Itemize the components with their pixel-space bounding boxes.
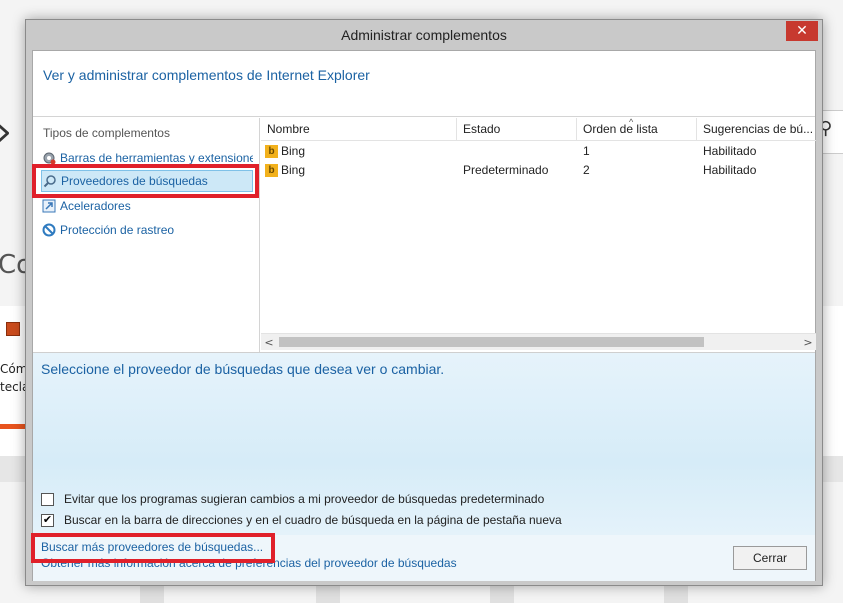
provider-name: Bing	[281, 144, 306, 158]
addon-type-label: Barras de herramientas y extensiones	[60, 151, 253, 165]
table-row[interactable]: b Bing 1 Habilitado	[261, 142, 816, 161]
details-title: Seleccione el proveedor de búsquedas que…	[41, 361, 445, 377]
checkbox-label: Evitar que los programas sugieran cambio…	[64, 492, 545, 506]
addon-type-toolbars-extensions[interactable]: Barras de herramientas y extensiones	[41, 147, 253, 169]
addon-types-label: Tipos de complementos	[43, 126, 170, 140]
dialog-footer: Buscar más proveedores de búsquedas... O…	[33, 535, 815, 581]
addon-type-label: Proveedores de búsquedas	[61, 174, 208, 188]
gear-icon	[41, 151, 56, 166]
cell-name: b Bing	[261, 142, 457, 161]
cell-order: 1	[583, 144, 590, 158]
addon-type-search-providers[interactable]: Proveedores de búsquedas	[41, 170, 253, 192]
checkbox-label: Buscar en la barra de direcciones y en e…	[64, 513, 562, 527]
scrollbar-thumb[interactable]	[279, 337, 704, 347]
column-header-name[interactable]: Nombre	[261, 118, 457, 140]
search-icon	[42, 174, 57, 189]
find-more-providers-link[interactable]: Buscar más proveedores de búsquedas...	[41, 540, 263, 554]
dialog-client-area: Ver y administrar complementos de Intern…	[32, 50, 816, 581]
cell-suggestions: Habilitado	[703, 144, 757, 158]
addons-list: Nombre Estado ^ Orden de lista Sugerenci…	[261, 118, 816, 352]
addon-type-label: Aceleradores	[60, 199, 131, 213]
learn-more-link[interactable]: Obtener más información acerca de prefer…	[41, 556, 457, 570]
background-text-fragment: Cóm	[0, 362, 28, 376]
background-arrow: ›	[0, 112, 12, 152]
cell-order: 2	[583, 163, 590, 177]
column-header-label: Orden de lista	[583, 122, 658, 136]
prevent-suggest-changes-checkbox[interactable]	[41, 492, 54, 506]
background-block	[140, 585, 164, 603]
search-address-bar-checkbox[interactable]: ✔	[41, 513, 54, 527]
scroll-right-icon[interactable]: >	[800, 334, 816, 350]
list-header: Nombre Estado ^ Orden de lista Sugerenci…	[261, 118, 816, 141]
scroll-left-icon[interactable]: <	[261, 334, 277, 350]
cell-name: b Bing	[261, 161, 457, 180]
dialog-header: Ver y administrar complementos de Intern…	[33, 51, 815, 117]
addon-types-pane: Tipos de complementos Barras de herramie…	[33, 118, 260, 352]
title-bar[interactable]: Administrar complementos ✕	[26, 20, 822, 50]
column-header-status[interactable]: Estado	[457, 118, 577, 140]
background-block	[664, 585, 688, 603]
background-block	[316, 585, 340, 603]
close-icon: ✕	[796, 23, 808, 39]
close-window-button[interactable]: ✕	[786, 21, 818, 41]
sort-arrow-icon: ^	[629, 118, 634, 127]
table-row[interactable]: b Bing Predeterminado 2 Habilitado	[261, 161, 816, 180]
bing-icon: b	[265, 145, 278, 158]
background-app-icon	[6, 322, 20, 336]
block-icon	[41, 223, 56, 238]
details-panel: Seleccione el proveedor de búsquedas que…	[33, 352, 815, 535]
cell-suggestions: Habilitado	[703, 163, 757, 177]
accelerator-icon	[41, 199, 56, 214]
cell-status	[457, 142, 577, 161]
bing-icon: b	[265, 164, 278, 177]
header-title: Ver y administrar complementos de Intern…	[43, 67, 370, 83]
column-header-list-order[interactable]: ^ Orden de lista	[577, 118, 697, 140]
provider-name: Bing	[281, 163, 306, 177]
cell-status: Predeterminado	[463, 163, 549, 177]
prevent-suggest-changes-option[interactable]: Evitar que los programas sugieran cambio…	[41, 492, 544, 506]
background-accent-bar	[0, 424, 26, 429]
dialog-title: Administrar complementos	[341, 27, 507, 43]
horizontal-scrollbar[interactable]: < >	[261, 333, 816, 350]
addon-type-accelerators[interactable]: Aceleradores	[41, 195, 253, 217]
background-block	[490, 585, 514, 603]
addon-type-label: Protección de rastreo	[60, 223, 175, 237]
manage-addons-dialog: Administrar complementos ✕ Ver y adminis…	[25, 19, 823, 586]
addon-type-tracking-protection[interactable]: Protección de rastreo	[41, 219, 253, 241]
column-header-suggestions[interactable]: Sugerencias de bú...	[697, 118, 816, 140]
close-button[interactable]: Cerrar	[733, 546, 807, 570]
search-address-bar-option[interactable]: ✔ Buscar en la barra de direcciones y en…	[41, 513, 562, 527]
